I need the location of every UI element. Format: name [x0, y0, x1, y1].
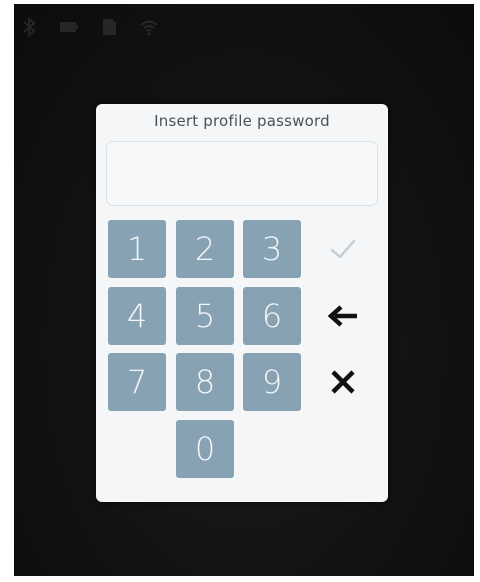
key-8[interactable]: 8: [176, 353, 234, 411]
status-bar: [14, 12, 218, 42]
backspace-button[interactable]: [314, 287, 372, 345]
wifi-icon: [138, 16, 160, 38]
key-9[interactable]: 9: [243, 353, 301, 411]
key-4[interactable]: 4: [108, 287, 166, 345]
key-6[interactable]: 6: [243, 287, 301, 345]
close-icon: [330, 369, 356, 395]
device-screen: Insert profile password 1 2 3 4 5 6 7 8 …: [14, 4, 474, 576]
battery-icon: [58, 16, 80, 38]
confirm-button[interactable]: [314, 220, 372, 278]
checkmark-icon: [329, 238, 357, 260]
arrow-left-icon: [327, 304, 359, 328]
key-2[interactable]: 2: [176, 220, 234, 278]
sd-card-icon: [98, 16, 120, 38]
key-7[interactable]: 7: [108, 353, 166, 411]
bluetooth-icon: [18, 16, 40, 38]
dialog-title: Insert profile password: [154, 112, 330, 130]
key-0[interactable]: 0: [176, 420, 234, 478]
password-dialog: Insert profile password 1 2 3 4 5 6 7 8 …: [96, 104, 388, 502]
cancel-button[interactable]: [314, 353, 372, 411]
password-input[interactable]: [106, 141, 378, 206]
key-5[interactable]: 5: [176, 287, 234, 345]
key-3[interactable]: 3: [243, 220, 301, 278]
key-1[interactable]: 1: [108, 220, 166, 278]
